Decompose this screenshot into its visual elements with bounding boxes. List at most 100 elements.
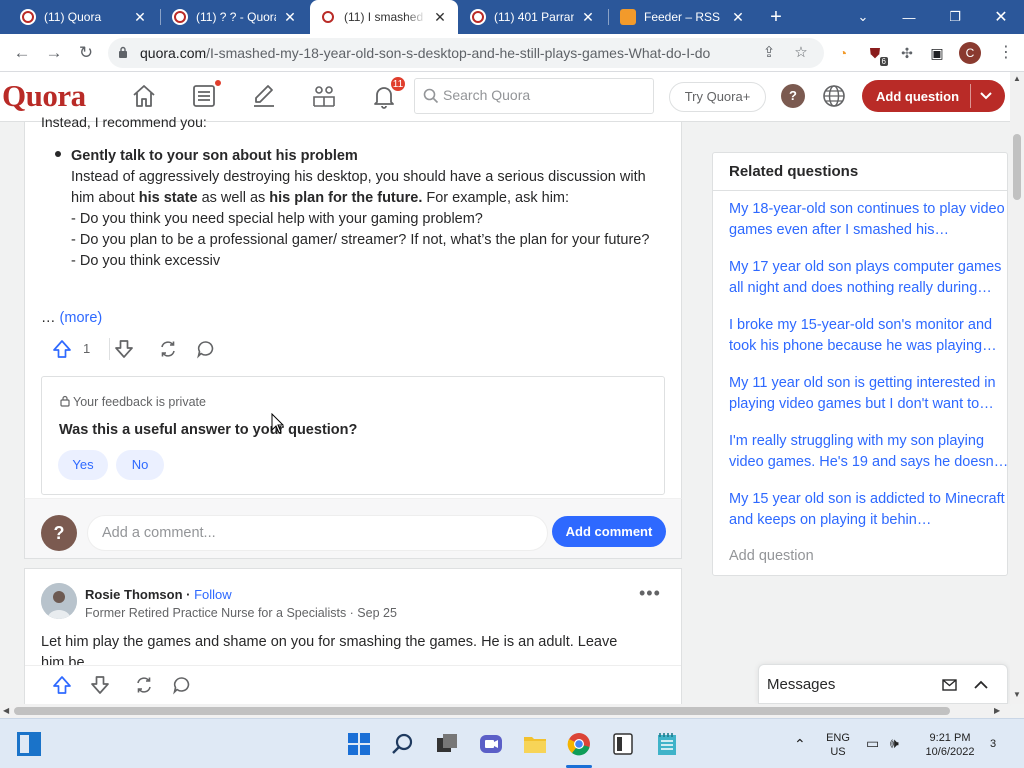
author-avatar[interactable]	[41, 583, 77, 619]
notification-count[interactable]: 3	[990, 738, 996, 750]
feedback-no-button[interactable]: No	[116, 450, 164, 480]
horizontal-scrollbar[interactable]: ◀ ▶	[0, 704, 1010, 718]
close-window-button[interactable]: ✕	[978, 0, 1024, 34]
vertical-scrollbar[interactable]: ▲ ▼	[1010, 72, 1024, 704]
comment-input[interactable]	[102, 525, 522, 541]
home-icon[interactable]	[130, 82, 160, 112]
chevron-down-icon[interactable]	[978, 87, 994, 103]
more-options-icon[interactable]: •••	[639, 583, 661, 604]
author-credential[interactable]: Former Retired Practice Nurse for a Spec…	[85, 606, 397, 620]
follow-link[interactable]: Follow	[194, 587, 232, 602]
file-explorer-icon[interactable]	[522, 731, 548, 757]
comment-icon[interactable]	[171, 674, 193, 696]
comment-icon[interactable]	[195, 338, 217, 360]
add-question-button[interactable]: Add question	[862, 80, 1005, 112]
downvote-icon[interactable]	[113, 338, 135, 360]
search-input[interactable]	[443, 87, 643, 103]
share-icon[interactable]: ⇪	[760, 44, 778, 62]
network-icon[interactable]: ▭	[866, 735, 879, 752]
tab-quora-4[interactable]: (11) 401 Parramatta ✕	[460, 0, 606, 34]
more-link[interactable]: … (more)	[41, 310, 102, 326]
bookmark-star-icon[interactable]: ☆	[792, 44, 810, 62]
related-question-link[interactable]: I broke my 15-year-old son's monitor and…	[729, 315, 1009, 357]
answer-actions	[25, 665, 681, 707]
bell-icon[interactable]: 11	[370, 76, 406, 112]
related-question-link[interactable]: My 15 year old son is addicted to Minecr…	[729, 489, 1009, 531]
feedback-yes-button[interactable]: Yes	[58, 450, 108, 480]
related-question-link[interactable]: My 17 year old son plays computer games …	[729, 257, 1009, 299]
chrome-menu-icon[interactable]: ⋮	[998, 42, 1014, 62]
compose-message-icon[interactable]	[941, 676, 959, 694]
sidepanel-icon[interactable]: ▣	[928, 44, 946, 62]
task-view-icon[interactable]	[434, 731, 460, 757]
notepad-icon[interactable]	[654, 731, 680, 757]
rss-extension-icon[interactable]: ◔	[834, 44, 852, 62]
windows-start-icon[interactable]	[346, 731, 372, 757]
globe-language-icon[interactable]	[822, 84, 846, 108]
author-name[interactable]: Rosie Thomson	[85, 587, 183, 602]
teams-chat-icon[interactable]	[478, 731, 504, 757]
scroll-left-arrow[interactable]: ◀	[3, 706, 9, 715]
scroll-up-arrow[interactable]: ▲	[1013, 74, 1021, 83]
share-repost-icon[interactable]	[133, 674, 155, 696]
close-icon[interactable]: ✕	[432, 9, 448, 26]
messages-label: Messages	[767, 676, 836, 693]
related-question-link[interactable]: My 11 year old son is getting interested…	[729, 373, 1009, 415]
answer-text[interactable]: Let him play the games and shame on you …	[41, 632, 641, 666]
search-box[interactable]	[414, 78, 654, 114]
add-related-question-link[interactable]: Add question	[729, 548, 814, 564]
tab-quora-active[interactable]: (11) I smashed my ✕	[310, 0, 458, 34]
quora-logo[interactable]: Quora	[2, 78, 86, 114]
following-feed-icon[interactable]	[190, 79, 222, 112]
answer-pencil-icon[interactable]	[250, 82, 280, 112]
puzzle-extensions-icon[interactable]: ✣	[898, 44, 916, 62]
user-avatar[interactable]: ?	[41, 515, 77, 551]
help-question-icon[interactable]: ?	[781, 84, 805, 108]
share-repost-icon[interactable]	[157, 338, 179, 360]
tab-quora-1[interactable]: (11) Quora ✕	[10, 0, 158, 34]
reader-app-icon[interactable]	[610, 731, 636, 757]
spaces-icon[interactable]	[310, 82, 340, 112]
clock[interactable]: 9:21 PM 10/6/2022	[912, 731, 988, 759]
chevron-up-icon[interactable]	[972, 676, 990, 694]
close-icon[interactable]: ✕	[132, 9, 148, 26]
upvote-icon[interactable]	[51, 674, 73, 696]
chrome-icon[interactable]	[566, 731, 592, 757]
lock-icon	[119, 46, 127, 58]
quora-icon	[20, 9, 36, 25]
tab-feeder[interactable]: Feeder – RSS Feed ✕	[610, 0, 756, 34]
upvote-icon[interactable]	[51, 338, 73, 360]
horizontal-scroll-thumb[interactable]	[14, 707, 950, 715]
new-tab-button[interactable]: +	[764, 5, 788, 29]
related-question-link[interactable]: I'm really struggling with my son playin…	[729, 431, 1009, 473]
tab-quora-2[interactable]: (11) ? ? - Quora ✕	[162, 0, 308, 34]
shield-extension-icon[interactable]: ⛊ 6	[866, 44, 888, 66]
forward-arrow-icon[interactable]: →	[42, 41, 66, 65]
close-icon[interactable]: ✕	[580, 9, 596, 26]
close-icon[interactable]: ✕	[730, 9, 746, 26]
chevron-up-icon[interactable]: ⌃	[794, 736, 806, 753]
desktop-widgets-icon[interactable]	[16, 731, 42, 757]
vertical-scroll-thumb[interactable]	[1013, 134, 1021, 200]
add-comment-button[interactable]: Add comment	[552, 516, 666, 547]
minimize-button[interactable]: —	[886, 0, 932, 34]
scroll-right-arrow[interactable]: ▶	[994, 706, 1000, 715]
restore-button[interactable]: ❐	[932, 0, 978, 34]
back-arrow-icon[interactable]: ←	[10, 41, 34, 65]
related-question-link[interactable]: My 18-year-old son continues to play vid…	[729, 199, 1009, 241]
messages-bar[interactable]: Messages	[758, 664, 1008, 704]
volume-icon[interactable]: 🕪	[890, 735, 899, 752]
language-indicator[interactable]: ENG US	[822, 731, 854, 759]
scroll-down-arrow[interactable]: ▼	[1013, 690, 1021, 699]
close-icon[interactable]: ✕	[282, 9, 298, 26]
comment-input-wrapper[interactable]	[87, 515, 548, 551]
search-icon[interactable]	[390, 731, 416, 757]
try-quora-plus-button[interactable]: Try Quora+	[669, 82, 766, 112]
profile-avatar[interactable]: C	[959, 42, 981, 64]
divider	[713, 190, 1007, 191]
tab-search-icon[interactable]: ⌄	[840, 0, 886, 34]
address-bar[interactable]: quora.com/I-smashed-my-18-year-old-son-s…	[108, 38, 824, 68]
downvote-icon[interactable]	[89, 674, 111, 696]
reload-icon[interactable]: ↻	[74, 41, 98, 65]
answer-paragraph: Instead of aggressively destroying his d…	[71, 169, 646, 206]
